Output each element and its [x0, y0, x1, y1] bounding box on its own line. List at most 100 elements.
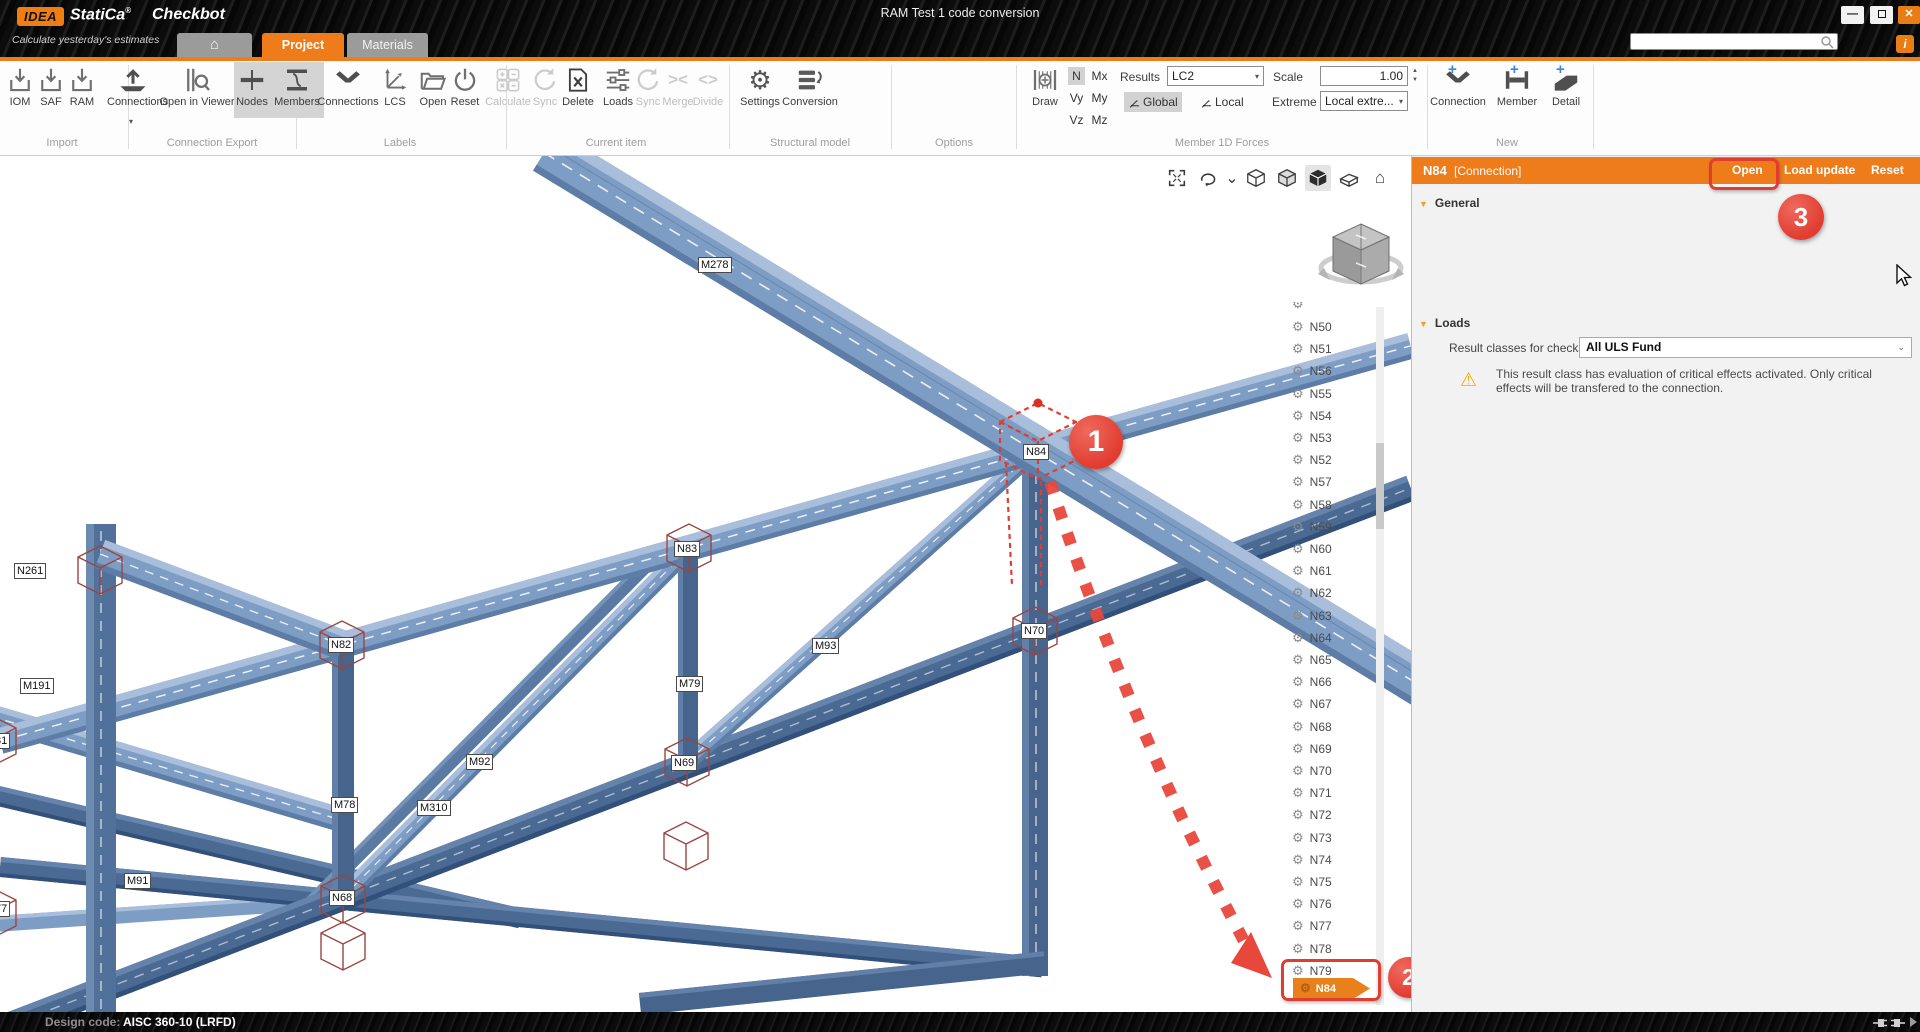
- node-list-item-N59[interactable]: ⚙N59: [1292, 516, 1380, 538]
- rotate-options-caret[interactable]: ⌄: [1226, 165, 1238, 191]
- import-saf-button[interactable]: SAF: [34, 62, 68, 118]
- node-list-item-N53[interactable]: ⚙N53: [1292, 427, 1380, 449]
- minimize-button[interactable]: —: [1841, 6, 1864, 24]
- forces-draw-button[interactable]: Draw: [1025, 62, 1065, 118]
- node-list-item-N55[interactable]: ⚙N55: [1292, 383, 1380, 405]
- reset-button[interactable]: Reset: [1871, 163, 1904, 177]
- labels-lcs-toggle[interactable]: LCS: [377, 62, 413, 118]
- node-list-item-N72[interactable]: ⚙N72: [1292, 804, 1380, 826]
- node-list-item-N71[interactable]: ⚙N71: [1292, 782, 1380, 804]
- node-list-item-N60[interactable]: ⚙N60: [1292, 538, 1380, 560]
- wireframe-view-button[interactable]: [1243, 165, 1269, 191]
- force-vy-toggle[interactable]: Vy: [1068, 89, 1085, 107]
- force-my-toggle[interactable]: My: [1091, 89, 1108, 107]
- node-list-item-N54[interactable]: ⚙N54: [1292, 405, 1380, 427]
- section-collapse-icon: ▼: [1419, 319, 1428, 329]
- node-list-item-N62[interactable]: ⚙N62: [1292, 582, 1380, 604]
- gear-icon: ⚙: [1292, 519, 1304, 534]
- tab-project[interactable]: Project: [262, 33, 344, 57]
- force-mx-toggle[interactable]: Mx: [1091, 67, 1108, 85]
- spin-up-icon[interactable]: ▲: [1412, 67, 1418, 76]
- settings-button[interactable]: ⚙Settings: [735, 62, 785, 118]
- section-loads[interactable]: ▼Loads: [1419, 316, 1470, 330]
- force-n-toggle[interactable]: N: [1068, 67, 1085, 85]
- open-in-viewer-button[interactable]: Open in Viewer: [151, 62, 243, 118]
- home-view-button[interactable]: ⌂: [1367, 165, 1393, 191]
- plus-icon: +: [1510, 61, 1519, 78]
- item-reset-button[interactable]: Reset: [446, 62, 484, 118]
- node-list-item-N64[interactable]: ⚙N64: [1292, 627, 1380, 649]
- group-label-import: Import: [46, 137, 77, 149]
- gear-icon: ⚙: [1292, 785, 1304, 800]
- new-detail-button[interactable]: Detail: [1546, 62, 1586, 118]
- node-list-item-N51[interactable]: ⚙N51: [1292, 338, 1380, 360]
- gear-icon: ⚙: [1292, 608, 1304, 623]
- node-list-item-N52[interactable]: ⚙N52: [1292, 449, 1380, 471]
- ribbon: IOM SAF RAM Connections ▾ Open in Viewer…: [0, 61, 1920, 156]
- labels-nodes-toggle[interactable]: Nodes: [234, 62, 270, 118]
- import-iom-button[interactable]: IOM: [3, 62, 37, 118]
- wireframe-cube-icon: [1245, 167, 1267, 189]
- node-list-item-N67[interactable]: ⚙N67: [1292, 693, 1380, 715]
- item-delete-button[interactable]: Delete: [557, 62, 599, 118]
- import-ram-button[interactable]: RAM: [65, 62, 99, 118]
- node-list-item-N77[interactable]: ⚙N77: [1292, 915, 1380, 937]
- node-list-item-N69[interactable]: ⚙N69: [1292, 738, 1380, 760]
- node-list-item-N68[interactable]: ⚙N68: [1292, 716, 1380, 738]
- gear-icon: ⚙: [745, 65, 775, 95]
- gear-icon: ⚙: [1292, 497, 1304, 512]
- design-code-label: Design code:: [45, 1012, 120, 1032]
- node-list-item-N65[interactable]: ⚙N65: [1292, 649, 1380, 671]
- node-list-item-N50[interactable]: ⚙N50: [1292, 316, 1380, 338]
- node-list-item-N57[interactable]: ⚙N57: [1292, 471, 1380, 493]
- solid-view-button[interactable]: [1305, 165, 1331, 191]
- node-list-item-N74[interactable]: ⚙N74: [1292, 849, 1380, 871]
- local-toggle[interactable]: Local: [1196, 92, 1248, 112]
- node-list-item-N58[interactable]: ⚙N58: [1292, 494, 1380, 516]
- spin-down-icon[interactable]: ▼: [1412, 76, 1418, 85]
- axes-icon: [1128, 96, 1141, 109]
- load-update-button[interactable]: Load update: [1784, 163, 1855, 177]
- section-general[interactable]: ▼General: [1419, 196, 1480, 210]
- node-list-item-N56[interactable]: ⚙N56: [1292, 360, 1380, 382]
- shaded-view-button[interactable]: [1274, 165, 1300, 191]
- rotate-view-button[interactable]: [1195, 165, 1221, 191]
- node-list-item-partial[interactable]: ⚙: [1292, 302, 1380, 315]
- dropdown-caret-icon[interactable]: ▾: [129, 117, 133, 126]
- node-list-item-N78[interactable]: ⚙N78: [1292, 938, 1380, 960]
- node-list-item-N63[interactable]: ⚙N63: [1292, 605, 1380, 627]
- gear-icon: ⚙: [1292, 763, 1304, 778]
- global-toggle[interactable]: Global: [1124, 92, 1182, 112]
- node-list-item-N61[interactable]: ⚙N61: [1292, 560, 1380, 582]
- expand-status-icon[interactable]: [1908, 1017, 1918, 1027]
- maximize-button[interactable]: [1870, 6, 1893, 24]
- tab-materials[interactable]: Materials: [347, 33, 428, 57]
- node-list-item-N70[interactable]: ⚙N70: [1292, 760, 1380, 782]
- node-list-item-N73[interactable]: ⚙N73: [1292, 827, 1380, 849]
- scale-input[interactable]: 1.00: [1320, 66, 1408, 86]
- viewport-3d[interactable]: ⌄ ⌂ M278N84N83N82M191N261M78M310M92M91N6…: [0, 156, 1411, 1012]
- zoom-fit-button[interactable]: [1164, 165, 1190, 191]
- gear-icon: ⚙: [1292, 918, 1304, 933]
- connections-icon: [333, 65, 363, 95]
- node-list-item-N76[interactable]: ⚙N76: [1292, 893, 1380, 915]
- force-vz-toggle[interactable]: Vz: [1068, 111, 1085, 129]
- members-icon: [282, 65, 312, 95]
- labels-connections-toggle[interactable]: Connections: [315, 62, 381, 118]
- node-list-item-N75[interactable]: ⚙N75: [1292, 871, 1380, 893]
- search-input[interactable]: [1630, 33, 1838, 50]
- node-list-item-N66[interactable]: ⚙N66: [1292, 671, 1380, 693]
- close-button[interactable]: ✕: [1898, 6, 1920, 24]
- force-mz-toggle[interactable]: Mz: [1091, 111, 1108, 129]
- new-connection-button[interactable]: Connection: [1427, 62, 1489, 118]
- conversion-button[interactable]: Conversion: [779, 62, 841, 118]
- clipping-button[interactable]: [1336, 165, 1362, 191]
- results-combo[interactable]: LC2▾: [1167, 66, 1264, 86]
- tab-home[interactable]: ⌂: [177, 33, 252, 57]
- extreme-combo[interactable]: Local extre...▾: [1320, 91, 1408, 111]
- info-button[interactable]: i: [1896, 35, 1914, 53]
- results-label: Results: [1120, 70, 1160, 84]
- mouse-cursor: [1895, 264, 1915, 288]
- gear-icon: ⚙: [1292, 941, 1304, 956]
- result-classes-combo[interactable]: All ULS Fund⌄: [1579, 337, 1912, 358]
